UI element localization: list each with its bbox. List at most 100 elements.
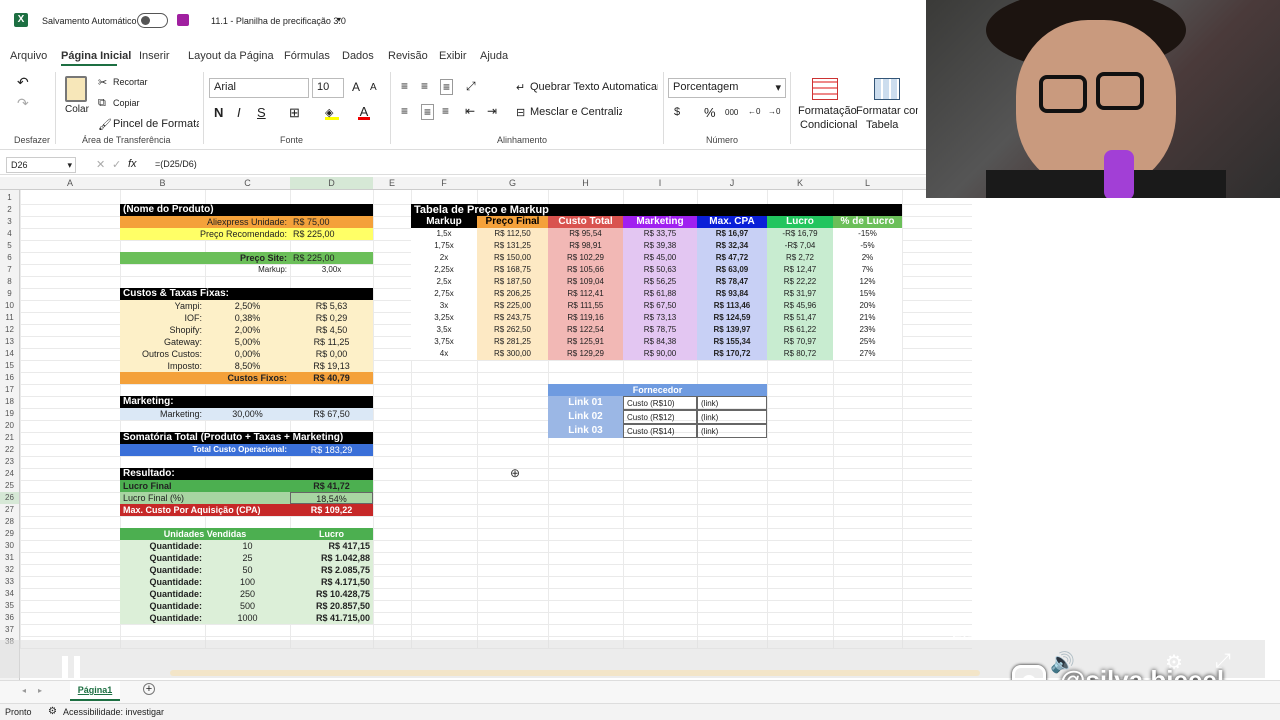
percent-icon[interactable]: % [704,105,716,120]
markup-table-cell[interactable]: 23% [833,324,902,336]
marketing-pct[interactable]: 30,00% [205,408,290,420]
qty-label[interactable]: Quantidade: [120,612,205,624]
site-price-label[interactable]: Preço Site: [120,252,290,264]
markup-value[interactable]: 3,00x [290,264,373,276]
row-header[interactable]: 25 [0,480,19,492]
supplier-cost[interactable]: Custo (R$14) [623,424,697,438]
markup-table-cell[interactable]: R$ 50,63 [623,264,697,276]
sheet-tab-pagina1[interactable]: Página1 [70,681,120,701]
markup-table-cell[interactable]: 1,5x [411,228,477,240]
markup-table-cell[interactable]: 15% [833,288,902,300]
column-header[interactable]: J [697,178,767,188]
marketing-title[interactable]: Marketing: [120,396,373,408]
fixed-cost-pct[interactable]: 5,00% [205,336,290,348]
markup-table-cell[interactable]: R$ 80,72 [767,348,833,360]
markup-table-cell[interactable]: 2x [411,252,477,264]
pause-icon[interactable] [60,656,82,678]
qty-label[interactable]: Quantidade: [120,588,205,600]
paste-button[interactable]: Colar [65,104,89,115]
supplier-title[interactable]: Fornecedor [548,384,767,396]
units-header[interactable]: Unidades Vendidas [120,528,290,540]
total-title[interactable]: Somatória Total (Produto + Taxas + Marke… [120,432,373,444]
markup-table-cell[interactable]: 2,75x [411,288,477,300]
fixed-cost-label[interactable]: Outros Custos: [120,348,205,360]
markup-table-cell[interactable]: R$ 16,97 [697,228,767,240]
markup-table-header[interactable]: Preço Final [477,216,548,228]
markup-table-header[interactable]: Custo Total [548,216,623,228]
bold-button[interactable]: N [214,105,223,120]
row-header[interactable]: 12 [0,324,19,336]
aliexpress-value[interactable]: R$ 75,00 [290,216,373,228]
menu-layout[interactable]: Layout da Página [188,50,274,62]
qty-label[interactable]: Quantidade: [120,576,205,588]
cut-icon[interactable]: ✂ [98,76,107,89]
markup-table-cell[interactable]: R$ 113,46 [697,300,767,312]
row-header[interactable]: 34 [0,588,19,600]
markup-table-cell[interactable]: 3,25x [411,312,477,324]
currency-icon[interactable]: $ [674,106,680,118]
fixed-cost-label[interactable]: Yampi: [120,300,205,312]
markup-table-cell[interactable]: 27% [833,348,902,360]
conditional-format-sub[interactable]: Condicional [800,119,857,131]
row-header[interactable]: 7 [0,264,19,276]
column-header[interactable]: D [290,177,373,189]
font-size-select[interactable]: 10 [312,78,344,98]
max-cpa-label[interactable]: Max. Custo Por Aquisição (CPA) [120,504,290,516]
increase-indent-icon[interactable]: ⇥ [487,104,497,118]
menu-arquivo[interactable]: Arquivo [10,50,47,62]
markup-table-cell[interactable]: R$ 63,09 [697,264,767,276]
align-bottom-icon[interactable]: ≡ [440,79,454,95]
lucro-final-value[interactable]: R$ 41,72 [290,480,373,492]
markup-table-cell[interactable]: -R$ 16,79 [767,228,833,240]
confirm-icon[interactable]: ✓ [112,158,121,171]
lucro-pct-value[interactable]: 18,54% [290,492,373,504]
row-header[interactable]: 20 [0,420,19,432]
supplier-link[interactable]: Link 01 [548,396,623,410]
supplier-url[interactable]: (link) [697,410,767,424]
number-format-select[interactable]: Porcentagem ▾ [668,78,786,98]
row-header[interactable]: 10 [0,300,19,312]
qty-label[interactable]: Quantidade: [120,540,205,552]
qty-profit[interactable]: R$ 1.042,88 [290,552,373,564]
column-header[interactable]: L [833,178,902,188]
fixed-cost-value[interactable]: R$ 4,50 [290,324,373,336]
total-op-label[interactable]: Total Custo Operacional: [120,444,290,456]
qty-label[interactable]: Quantidade: [120,564,205,576]
underline-button[interactable]: S [257,105,266,120]
merge-center-icon[interactable]: ⊟ [516,106,525,119]
row-header[interactable]: 5 [0,240,19,252]
add-sheet-icon[interactable]: + [143,683,155,695]
formula-input[interactable]: =(D25/D6) [155,159,197,169]
fixed-cost-label[interactable]: Imposto: [120,360,205,372]
markup-table-cell[interactable]: R$ 78,47 [697,276,767,288]
markup-table-cell[interactable]: R$ 111,55 [548,300,623,312]
markup-table-cell[interactable]: -15% [833,228,902,240]
markup-table-cell[interactable]: R$ 45,96 [767,300,833,312]
column-header[interactable]: K [767,178,833,188]
markup-table-cell[interactable]: 3,75x [411,336,477,348]
markup-table-cell[interactable]: 2,5x [411,276,477,288]
total-op-value[interactable]: R$ 183,29 [290,444,373,456]
qty-profit[interactable]: R$ 20.857,50 [290,600,373,612]
fixed-cost-pct[interactable]: 0,38% [205,312,290,324]
video-progress[interactable] [170,670,980,676]
row-header[interactable]: 4 [0,228,19,240]
row-header[interactable]: 32 [0,564,19,576]
orientation-icon[interactable]: ⤢ [466,79,476,94]
name-box[interactable]: D26 ▾ [6,157,76,173]
markup-table-cell[interactable]: -R$ 7,04 [767,240,833,252]
markup-table-cell[interactable]: 3x [411,300,477,312]
markup-table-cell[interactable]: R$ 84,38 [623,336,697,348]
row-header[interactable]: 18 [0,396,19,408]
markup-table-cell[interactable]: R$ 168,75 [477,264,548,276]
markup-table-cell[interactable]: R$ 139,97 [697,324,767,336]
markup-table-cell[interactable]: R$ 225,00 [477,300,548,312]
row-header[interactable]: 3 [0,216,19,228]
markup-table-cell[interactable]: 1,75x [411,240,477,252]
markup-table-cell[interactable]: R$ 300,00 [477,348,548,360]
conditional-format-button[interactable]: Formatação [798,105,857,117]
menu-ajuda[interactable]: Ajuda [480,50,508,62]
wrap-text-icon[interactable]: ↵ [516,81,525,94]
italic-button[interactable]: I [237,105,241,120]
menu-dados[interactable]: Dados [342,50,374,62]
